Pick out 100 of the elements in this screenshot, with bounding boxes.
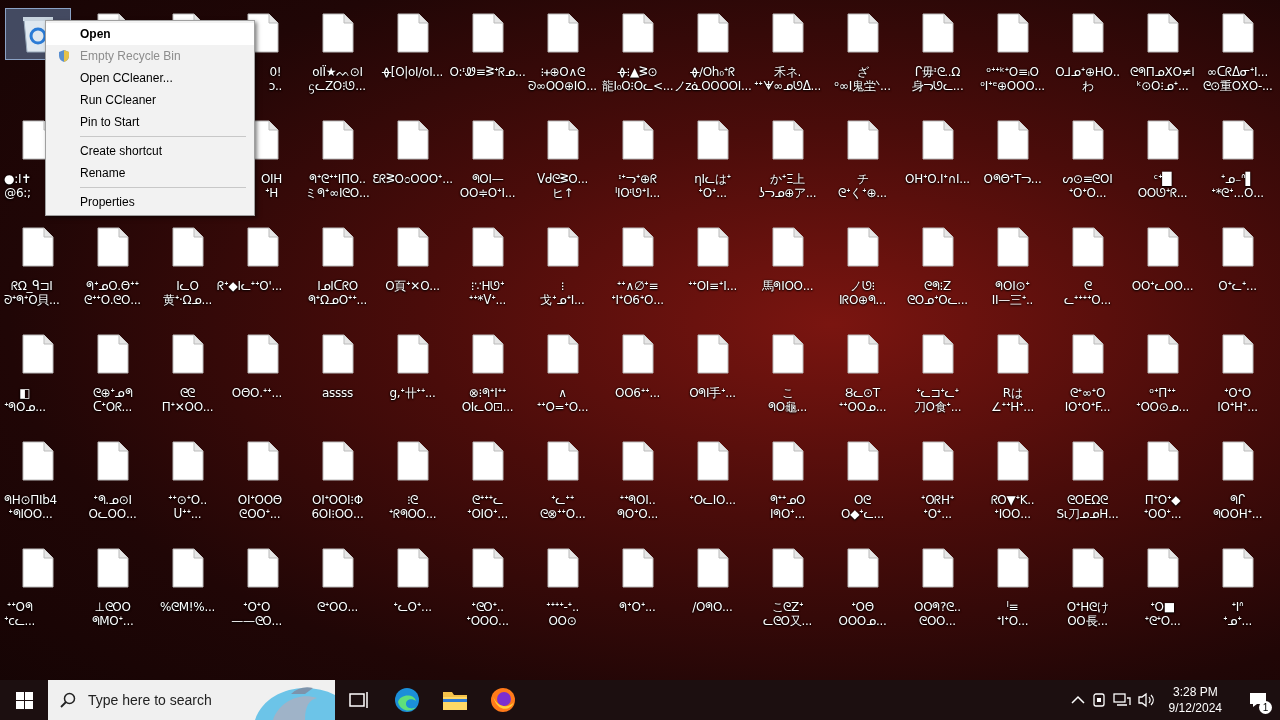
file-icon[interactable] xyxy=(696,334,729,374)
device-icon[interactable] xyxy=(1090,692,1107,708)
file-icon[interactable] xyxy=(96,548,129,588)
file-icon[interactable] xyxy=(771,227,804,267)
file-icon[interactable] xyxy=(1221,120,1254,160)
file-icon[interactable] xyxy=(1221,548,1254,588)
menu-item[interactable]: Open CCleaner... xyxy=(46,67,254,89)
file-icon[interactable] xyxy=(621,441,654,481)
file-icon[interactable] xyxy=(921,548,954,588)
file-icon[interactable] xyxy=(471,334,504,374)
clock[interactable]: 3:28 PM 9/12/2024 xyxy=(1160,684,1230,716)
file-icon[interactable] xyxy=(696,120,729,160)
menu-item[interactable]: Properties xyxy=(46,191,254,213)
file-icon[interactable] xyxy=(696,227,729,267)
file-icon[interactable] xyxy=(1071,334,1104,374)
file-icon[interactable] xyxy=(396,120,429,160)
file-icon[interactable] xyxy=(471,548,504,588)
file-icon[interactable] xyxy=(471,227,504,267)
chevron-up-icon[interactable] xyxy=(1070,695,1085,705)
task-view-icon[interactable] xyxy=(349,691,369,709)
speaker-icon[interactable] xyxy=(1136,692,1155,708)
file-icon[interactable] xyxy=(396,441,429,481)
file-icon[interactable] xyxy=(321,548,354,588)
file-icon[interactable] xyxy=(771,13,804,53)
file-icon[interactable] xyxy=(1221,227,1254,267)
file-icon[interactable] xyxy=(1146,334,1179,374)
file-icon[interactable] xyxy=(171,334,204,374)
file-icon[interactable] xyxy=(1221,441,1254,481)
file-icon[interactable] xyxy=(846,227,879,267)
file-icon[interactable] xyxy=(846,334,879,374)
file-icon[interactable] xyxy=(621,13,654,53)
search-field[interactable]: Type here to search xyxy=(86,691,250,709)
menu-item[interactable]: Create shortcut xyxy=(46,140,254,162)
file-icon[interactable] xyxy=(1146,548,1179,588)
file-icon[interactable] xyxy=(921,120,954,160)
file-icon[interactable] xyxy=(1146,227,1179,267)
file-icon[interactable] xyxy=(621,120,654,160)
file-icon[interactable] xyxy=(96,227,129,267)
file-icon[interactable] xyxy=(321,120,354,160)
file-icon[interactable] xyxy=(171,227,204,267)
file-icon[interactable] xyxy=(546,227,579,267)
file-icon[interactable] xyxy=(21,227,54,267)
file-icon[interactable] xyxy=(1071,548,1104,588)
file-icon[interactable] xyxy=(171,548,204,588)
file-icon[interactable] xyxy=(321,227,354,267)
file-icon[interactable] xyxy=(396,548,429,588)
file-icon[interactable] xyxy=(1221,334,1254,374)
file-icon[interactable] xyxy=(996,13,1029,53)
file-icon[interactable] xyxy=(546,441,579,481)
file-icon[interactable] xyxy=(996,227,1029,267)
file-icon[interactable] xyxy=(171,441,204,481)
file-icon[interactable] xyxy=(771,548,804,588)
browser-icon[interactable] xyxy=(394,687,420,713)
file-icon[interactable] xyxy=(921,441,954,481)
file-icon[interactable] xyxy=(621,548,654,588)
file-icon[interactable] xyxy=(696,13,729,53)
file-icon[interactable] xyxy=(771,334,804,374)
file-icon[interactable] xyxy=(921,334,954,374)
file-icon[interactable] xyxy=(846,13,879,53)
file-icon[interactable] xyxy=(246,441,279,481)
file-icon[interactable] xyxy=(96,441,129,481)
file-icon[interactable] xyxy=(921,227,954,267)
file-icon[interactable] xyxy=(546,120,579,160)
file-icon[interactable] xyxy=(696,548,729,588)
file-icon[interactable] xyxy=(996,548,1029,588)
file-icon[interactable] xyxy=(546,334,579,374)
file-icon[interactable] xyxy=(996,334,1029,374)
file-icon[interactable] xyxy=(771,120,804,160)
network-icon[interactable] xyxy=(1112,692,1131,708)
file-icon[interactable] xyxy=(21,441,54,481)
file-icon[interactable] xyxy=(546,548,579,588)
firefox-icon[interactable] xyxy=(490,687,516,713)
file-icon[interactable] xyxy=(471,120,504,160)
file-icon[interactable] xyxy=(846,120,879,160)
menu-item[interactable]: Run CCleaner xyxy=(46,89,254,111)
file-icon[interactable] xyxy=(1146,441,1179,481)
file-icon[interactable] xyxy=(996,441,1029,481)
file-icon[interactable] xyxy=(1146,120,1179,160)
file-icon[interactable] xyxy=(21,334,54,374)
file-icon[interactable] xyxy=(246,227,279,267)
file-icon[interactable] xyxy=(621,227,654,267)
file-icon[interactable] xyxy=(246,548,279,588)
notification-button[interactable]: 1 xyxy=(1236,680,1280,720)
file-icon[interactable] xyxy=(921,13,954,53)
file-icon[interactable] xyxy=(396,227,429,267)
file-icon[interactable] xyxy=(471,441,504,481)
file-icon[interactable] xyxy=(696,441,729,481)
file-icon[interactable] xyxy=(996,120,1029,160)
search-box[interactable]: Type here to search xyxy=(48,680,335,720)
file-icon[interactable] xyxy=(246,334,279,374)
file-icon[interactable] xyxy=(621,334,654,374)
file-icon[interactable] xyxy=(771,441,804,481)
file-icon[interactable] xyxy=(396,13,429,53)
file-icon[interactable] xyxy=(321,441,354,481)
file-icon[interactable] xyxy=(396,334,429,374)
file-icon[interactable] xyxy=(1221,13,1254,53)
file-icon[interactable] xyxy=(846,548,879,588)
file-icon[interactable] xyxy=(321,334,354,374)
file-icon[interactable] xyxy=(96,334,129,374)
menu-item[interactable]: Rename xyxy=(46,162,254,184)
